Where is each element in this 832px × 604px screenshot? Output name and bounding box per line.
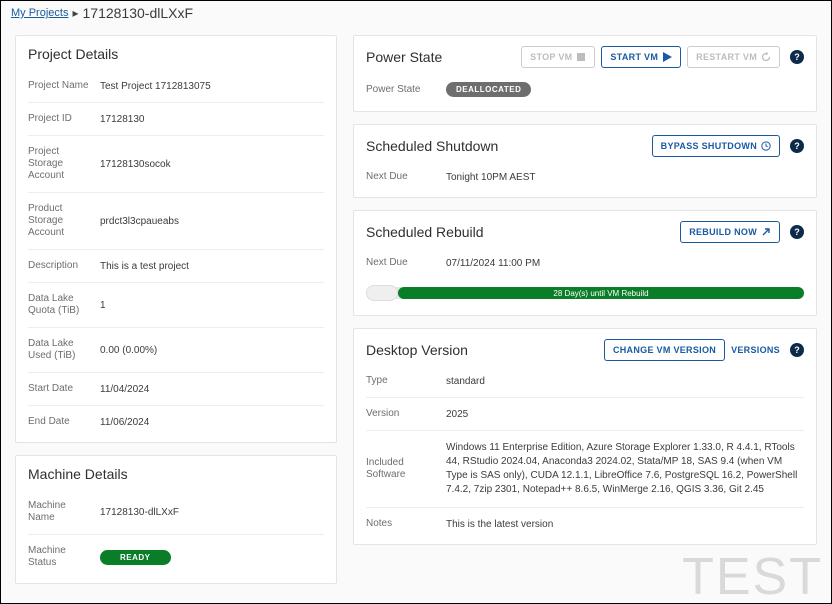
watermark: TEST xyxy=(682,547,823,604)
kv-row: Project ID17128130 xyxy=(28,103,324,136)
kv-row: DescriptionThis is a test project xyxy=(28,250,324,283)
kv-row: Project Storage Account17128130socok xyxy=(28,136,324,193)
kv-row: Data Lake Used (TiB)0.00 (0.00%) xyxy=(28,328,324,373)
help-icon[interactable]: ? xyxy=(790,139,804,153)
machine-details-title: Machine Details xyxy=(28,466,324,482)
scheduled-shutdown-card: Scheduled Shutdown BYPASS SHUTDOWN ? Nex… xyxy=(353,124,817,198)
project-details-title: Project Details xyxy=(28,46,324,62)
start-vm-button[interactable]: START VM xyxy=(601,46,681,68)
machine-details-card: Machine Details Machine Name 17128130-dl… xyxy=(15,455,337,584)
rebuild-progress-bar: 28 Day(s) until VM Rebuild xyxy=(398,287,804,299)
kv-row: End Date11/06/2024 xyxy=(28,406,324,439)
kv-row: Product Storage Accountprdct3l3cpaueabs xyxy=(28,193,324,250)
help-icon[interactable]: ? xyxy=(790,343,804,357)
scheduled-rebuild-title: Scheduled Rebuild xyxy=(366,224,484,240)
stop-icon xyxy=(576,52,586,62)
power-state-title: Power State xyxy=(366,49,442,65)
kv-row: Project NameTest Project 1712813075 xyxy=(28,70,324,103)
project-details-card: Project Details Project NameTest Project… xyxy=(15,35,337,443)
help-icon[interactable]: ? xyxy=(790,225,804,239)
chevron-right-icon: ▸ xyxy=(72,6,78,20)
restart-vm-button[interactable]: RESTART VM xyxy=(687,46,780,68)
restart-icon xyxy=(761,52,771,62)
scheduled-shutdown-title: Scheduled Shutdown xyxy=(366,138,498,154)
kv-row: Power State DEALLOCATED xyxy=(366,72,804,107)
kv-row: Machine Name 17128130-dlLXxF xyxy=(28,490,324,535)
status-badge-deallocated: DEALLOCATED xyxy=(446,82,531,97)
scheduled-rebuild-card: Scheduled Rebuild REBUILD NOW ? Next Due… xyxy=(353,210,817,316)
breadcrumb: My Projects ▸ 17128130-dlLXxF xyxy=(1,1,831,27)
help-icon[interactable]: ? xyxy=(790,50,804,64)
play-icon xyxy=(662,52,672,62)
kv-row: NotesThis is the latest version xyxy=(366,508,804,541)
versions-link[interactable]: VERSIONS xyxy=(731,345,780,355)
breadcrumb-current: 17128130-dlLXxF xyxy=(83,5,194,21)
stop-vm-button[interactable]: STOP VM xyxy=(521,46,595,68)
change-vm-version-button[interactable]: CHANGE VM VERSION xyxy=(604,339,725,361)
status-badge-ready: READY xyxy=(100,550,171,565)
breadcrumb-root-link[interactable]: My Projects xyxy=(11,7,68,19)
desktop-version-card: Desktop Version CHANGE VM VERSION VERSIO… xyxy=(353,328,817,545)
kv-row: Typestandard xyxy=(366,365,804,398)
rebuild-progress: 28 Day(s) until VM Rebuild xyxy=(366,285,804,301)
kv-row: Machine Status READY xyxy=(28,535,324,580)
kv-row: Next Due Tonight 10PM AEST xyxy=(366,161,804,193)
rebuild-progress-thumb[interactable] xyxy=(366,285,398,301)
bypass-shutdown-button[interactable]: BYPASS SHUTDOWN xyxy=(652,135,780,157)
desktop-version-title: Desktop Version xyxy=(366,342,468,358)
kv-row: Included SoftwareWindows 11 Enterprise E… xyxy=(366,431,804,508)
power-state-card: Power State STOP VM START VM RESTART VM xyxy=(353,35,817,112)
clock-icon xyxy=(761,141,771,151)
kv-row: Next Due 07/11/2024 11:00 PM xyxy=(366,247,804,279)
arrow-up-right-icon xyxy=(761,227,771,237)
rebuild-now-button[interactable]: REBUILD NOW xyxy=(680,221,780,243)
kv-row: Data Lake Quota (TiB)1 xyxy=(28,283,324,328)
kv-row: Start Date11/04/2024 xyxy=(28,373,324,406)
kv-row: Version2025 xyxy=(366,398,804,431)
